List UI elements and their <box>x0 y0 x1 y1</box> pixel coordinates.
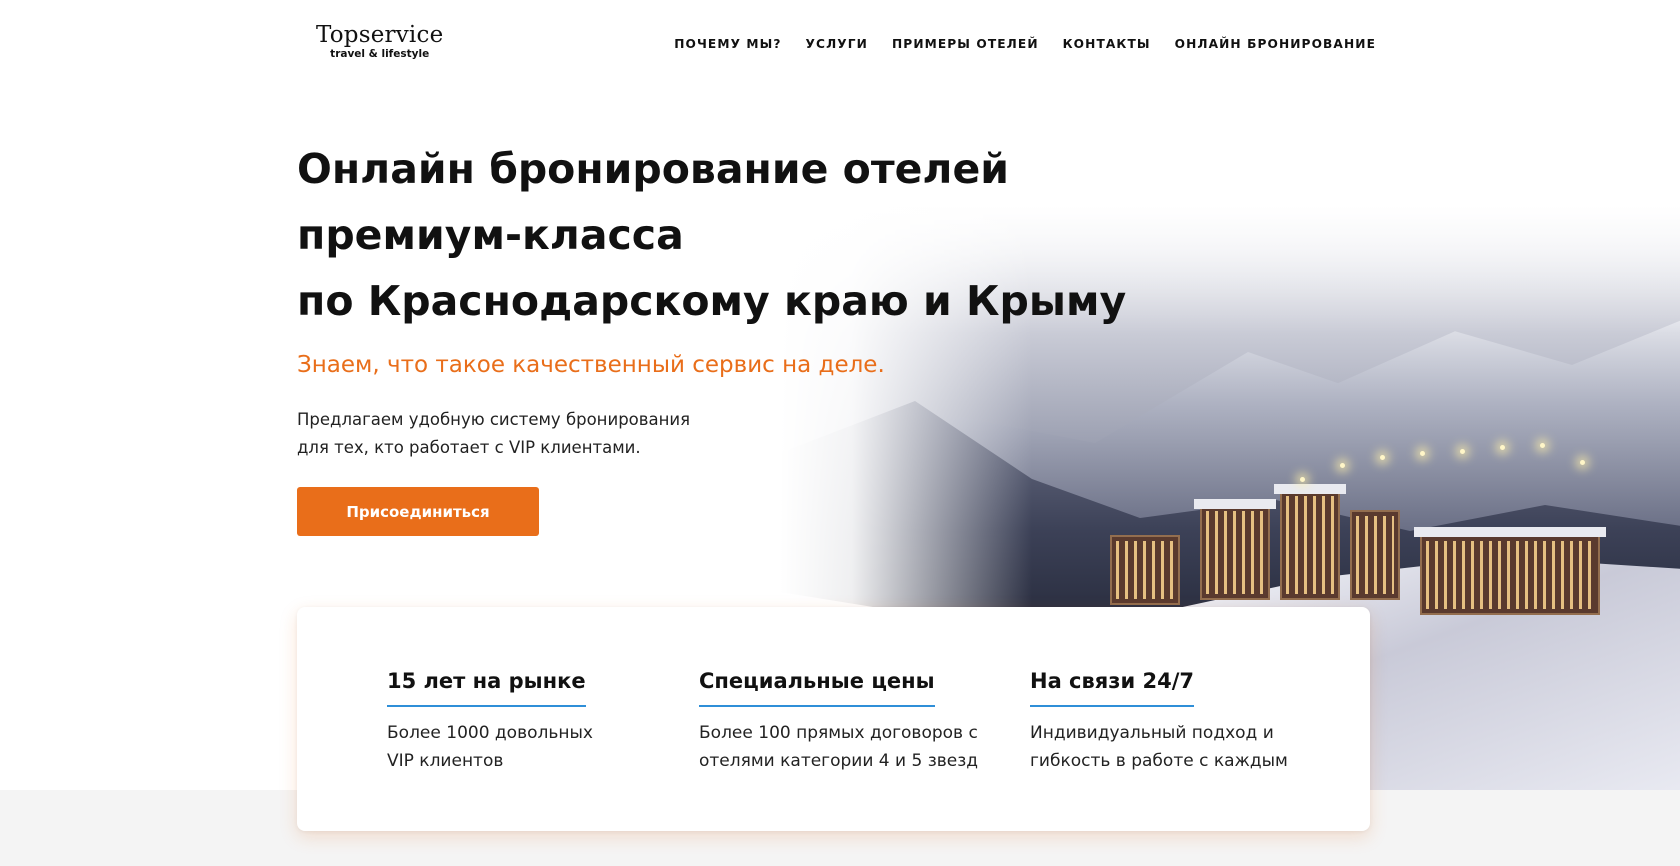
feature-prices: Специальные цены Более 100 прямых догово… <box>699 669 978 775</box>
feature-desc-line2: гибкость в работе с каждым <box>1030 751 1288 771</box>
hero-desc-line2: для тех, кто работает с VIP клиентами. <box>297 438 641 457</box>
logo-tagline: travel & lifestyle <box>330 48 430 60</box>
feature-desc-line2: отелями категории 4 и 5 звезд <box>699 751 979 771</box>
hero-title-line3: по Краснодарскому краю и Крыму <box>297 277 1127 325</box>
feature-desc: Индивидуальный подход и гибкость в работ… <box>1030 719 1288 775</box>
hero-title-line2: премиум-класса <box>297 211 684 259</box>
feature-desc: Более 1000 довольных VIP клиентов <box>387 719 593 775</box>
nav-services[interactable]: УСЛУГИ <box>806 37 868 51</box>
logo[interactable]: Topservice travel & lifestyle <box>316 22 443 60</box>
feature-desc-line1: Индивидуальный подход и <box>1030 723 1274 743</box>
join-button[interactable]: Присоединиться <box>297 487 539 536</box>
feature-title: 15 лет на рынке <box>387 669 586 707</box>
feature-desc-line1: Более 1000 довольных <box>387 723 593 743</box>
hero-title: Онлайн бронирование отелей премиум-класс… <box>297 136 1126 334</box>
feature-years: 15 лет на рынке Более 1000 довольных VIP… <box>387 669 593 775</box>
hero-title-line1: Онлайн бронирование отелей <box>297 145 1009 193</box>
logo-brand: Topservice <box>316 22 444 48</box>
feature-support: На связи 24/7 Индивидуальный подход и ги… <box>1030 669 1288 775</box>
nav-why-us[interactable]: ПОЧЕМУ МЫ? <box>674 37 781 51</box>
landing-page: Topservice travel & lifestyle ПОЧЕМУ МЫ?… <box>0 0 1680 866</box>
nav-contacts[interactable]: КОНТАКТЫ <box>1063 37 1151 51</box>
feature-desc-line2: VIP клиентов <box>387 751 504 771</box>
feature-desc: Более 100 прямых договоров с отелями кат… <box>699 719 978 775</box>
hero-desc-line1: Предлагаем удобную систему бронирования <box>297 410 691 429</box>
feature-title: Специальные цены <box>699 669 935 707</box>
feature-desc-line1: Более 100 прямых договоров с <box>699 723 978 743</box>
nav-hotel-examples[interactable]: ПРИМЕРЫ ОТЕЛЕЙ <box>892 37 1039 51</box>
features-card: 15 лет на рынке Более 1000 довольных VIP… <box>297 607 1370 831</box>
nav-online-booking[interactable]: ОНЛАЙН БРОНИРОВАНИЕ <box>1175 37 1376 51</box>
feature-title: На связи 24/7 <box>1030 669 1195 707</box>
main-nav: ПОЧЕМУ МЫ? УСЛУГИ ПРИМЕРЫ ОТЕЛЕЙ КОНТАКТ… <box>674 37 1376 51</box>
hero-subtitle: Знаем, что такое качественный сервис на … <box>297 352 885 378</box>
hero-description: Предлагаем удобную систему бронирования … <box>297 406 690 462</box>
